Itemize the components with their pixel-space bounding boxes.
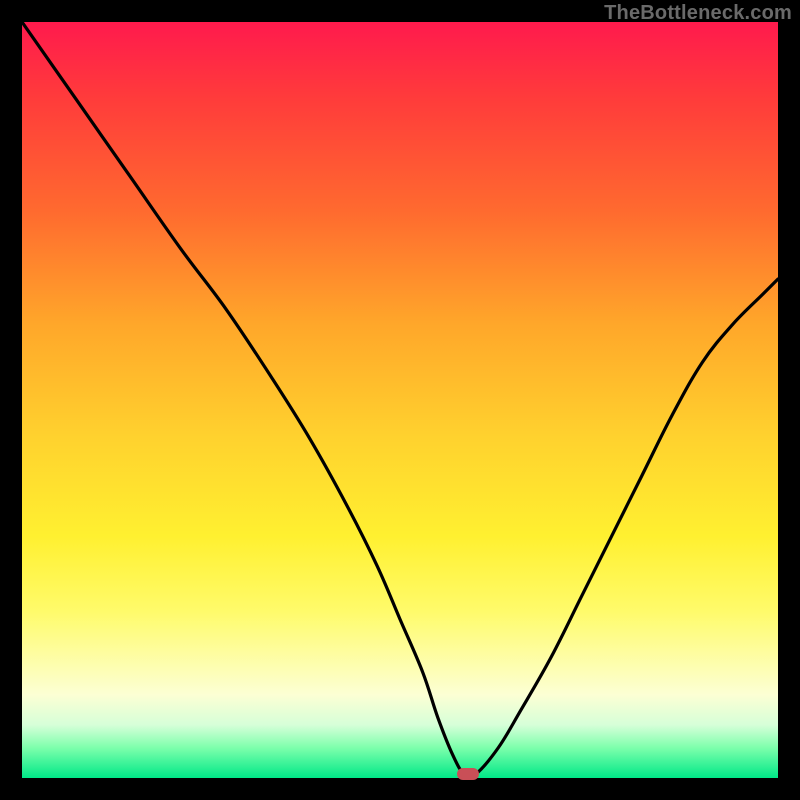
plot-area <box>22 22 778 778</box>
watermark-text: TheBottleneck.com <box>604 2 792 25</box>
chart-frame: TheBottleneck.com <box>0 0 800 800</box>
bottleneck-curve <box>22 22 778 778</box>
optimal-point-marker <box>457 768 479 780</box>
